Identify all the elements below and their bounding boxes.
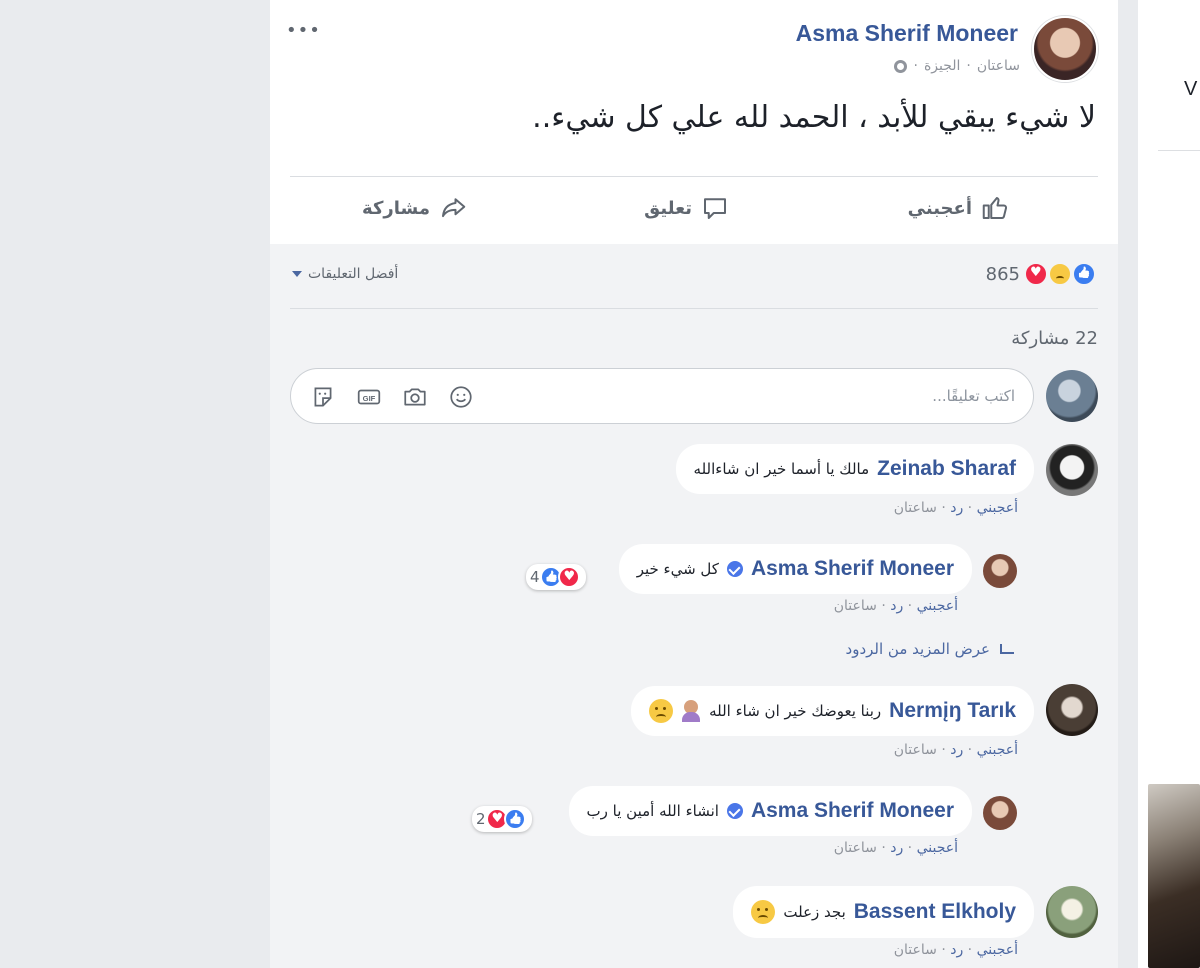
reaction-count: 4 <box>530 568 540 586</box>
comment-button[interactable]: تعليق <box>644 193 730 223</box>
like-button[interactable]: أعجبني <box>908 193 1010 223</box>
comment-reply-link[interactable]: رد <box>950 942 963 958</box>
reply-bubble: Asma Sherif Moneer انشاء الله أمين يا رب <box>568 786 972 836</box>
comment-time[interactable]: ساعتان <box>894 742 937 758</box>
avatar[interactable] <box>1046 886 1098 938</box>
avatar[interactable] <box>1046 370 1098 422</box>
comment-text: انشاء الله أمين يا رب <box>586 802 719 820</box>
share-icon <box>442 198 466 218</box>
share-button[interactable]: مشاركة <box>362 193 468 223</box>
love-reaction-icon <box>557 566 580 588</box>
post-location[interactable]: الجيزة <box>924 58 960 74</box>
like-label: أعجبني <box>907 197 972 219</box>
avatar[interactable] <box>1032 16 1098 82</box>
avatar[interactable] <box>1046 684 1098 736</box>
comment-meta: أعجبني · رد · ساعتان <box>893 500 1018 516</box>
sidebar-thumbnail[interactable] <box>1148 784 1200 968</box>
comment-like-link[interactable]: أعجبني <box>917 840 958 856</box>
crying-emoji-icon <box>649 699 674 723</box>
gif-icon[interactable]: GIF <box>355 383 383 411</box>
comment-meta: أعجبني · رد · ساعتان <box>833 598 958 614</box>
comment-text: ربنا يعوضك خير ان شاء الله <box>709 702 882 720</box>
comment-like-link[interactable]: أعجبني <box>977 500 1018 516</box>
comment-reply-link[interactable]: رد <box>890 598 903 614</box>
reaction-count[interactable]: 865 <box>986 264 1020 285</box>
comment-input[interactable] <box>595 383 1015 409</box>
comment-author[interactable]: Zeinab Sharaf <box>877 457 1016 481</box>
reactions-summary[interactable]: 865 <box>986 262 1096 286</box>
crying-emoji-icon <box>751 900 776 924</box>
comment-meta: أعجبني · رد · ساعتان <box>893 942 1018 958</box>
comment-sort-dropdown[interactable]: أفضل التعليقات <box>292 266 398 282</box>
comment-label: تعليق <box>644 197 692 219</box>
love-reaction-icon <box>1024 262 1048 286</box>
divider <box>290 308 1098 309</box>
meta-separator: · <box>966 58 971 74</box>
reply-bubble: Asma Sherif Moneer كل شيء خير <box>618 544 972 594</box>
comment-reply-link[interactable]: رد <box>950 500 963 516</box>
comment-author[interactable]: Asma Sherif Moneer <box>751 557 954 581</box>
verified-icon <box>726 561 743 577</box>
meta-separator: · <box>913 58 918 74</box>
sticker-icon[interactable] <box>309 383 337 411</box>
camera-icon[interactable] <box>401 383 429 411</box>
comment-bubble: Bassent Elkholy بجد زعلت <box>733 886 1034 938</box>
share-label: مشاركة <box>362 197 430 219</box>
reaction-count: 2 <box>476 810 486 828</box>
comment-bubble: Zeinab Sharaf مالك يا أسما خير ان شاءالل… <box>675 444 1034 494</box>
comment-meta: أعجبني · رد · ساعتان <box>893 742 1018 758</box>
comment-text: بجد زعلت <box>783 903 846 921</box>
globe-icon[interactable] <box>894 59 908 73</box>
like-reaction-icon <box>503 808 526 830</box>
divider <box>290 176 1098 177</box>
caret-down-icon <box>292 271 302 277</box>
comment-meta: أعجبني · رد · ساعتان <box>833 840 958 856</box>
comment-time[interactable]: ساعتان <box>894 942 937 958</box>
avatar[interactable] <box>983 796 1017 830</box>
reply-arrow-icon <box>1000 644 1014 654</box>
share-count[interactable]: 22 مشاركة <box>1011 328 1098 349</box>
comment-author[interactable]: Nermįŋ Tarık <box>889 699 1016 723</box>
more-options-button[interactable]: ••• <box>286 20 321 41</box>
comment-icon <box>704 198 726 219</box>
view-more-replies[interactable]: عرض المزيد من الردود <box>846 640 1014 658</box>
verified-icon <box>726 803 743 819</box>
comment-like-link[interactable]: أعجبني <box>977 942 1018 958</box>
comment-time[interactable]: ساعتان <box>834 598 877 614</box>
comment-like-link[interactable]: أعجبني <box>977 742 1018 758</box>
comment-reply-link[interactable]: رد <box>950 742 963 758</box>
comment-bubble: Nermįŋ Tarık ربنا يعوضك خير ان شاء الله <box>631 686 1034 736</box>
post-text: لا شيء يبقي للأبد ، الحمد لله علي كل شيء… <box>532 100 1096 135</box>
composer-icons: GIF <box>309 383 475 411</box>
sidebar-divider <box>1158 150 1200 151</box>
reply-reactions[interactable]: 2 <box>472 806 532 832</box>
thumbs-up-icon <box>982 197 1008 219</box>
sad-reaction-icon <box>1048 262 1072 286</box>
svg-text:GIF: GIF <box>363 394 376 403</box>
comment-text: كل شيء خير <box>636 560 719 578</box>
comment-reply-link[interactable]: رد <box>890 840 903 856</box>
post-time[interactable]: ساعتان <box>977 58 1020 74</box>
like-reaction-icon <box>1072 262 1096 286</box>
avatar[interactable] <box>983 554 1017 588</box>
view-more-replies-label: عرض المزيد من الردود <box>845 640 990 658</box>
comment-like-link[interactable]: أعجبني <box>917 598 958 614</box>
comments-area <box>270 244 1118 968</box>
post-meta: ساعتان · الجيزة · <box>894 58 1020 74</box>
comment-author[interactable]: Bassent Elkholy <box>854 900 1016 924</box>
right-column: V <box>1138 0 1200 968</box>
emoji-icon[interactable] <box>447 383 475 411</box>
sidebar-partial-text: V <box>1184 78 1198 100</box>
comment-composer: GIF <box>290 368 1034 424</box>
woman-emoji-icon <box>681 700 701 722</box>
sort-label: أفضل التعليقات <box>308 266 399 282</box>
reply-reactions[interactable]: 4 <box>526 564 586 590</box>
comment-text: مالك يا أسما خير ان شاءالله <box>693 460 870 478</box>
comment-author[interactable]: Asma Sherif Moneer <box>751 799 954 823</box>
avatar[interactable] <box>1046 444 1098 496</box>
comment-time[interactable]: ساعتان <box>834 840 877 856</box>
post-author[interactable]: Asma Sherif Moneer <box>796 20 1018 47</box>
comment-time[interactable]: ساعتان <box>894 500 937 516</box>
